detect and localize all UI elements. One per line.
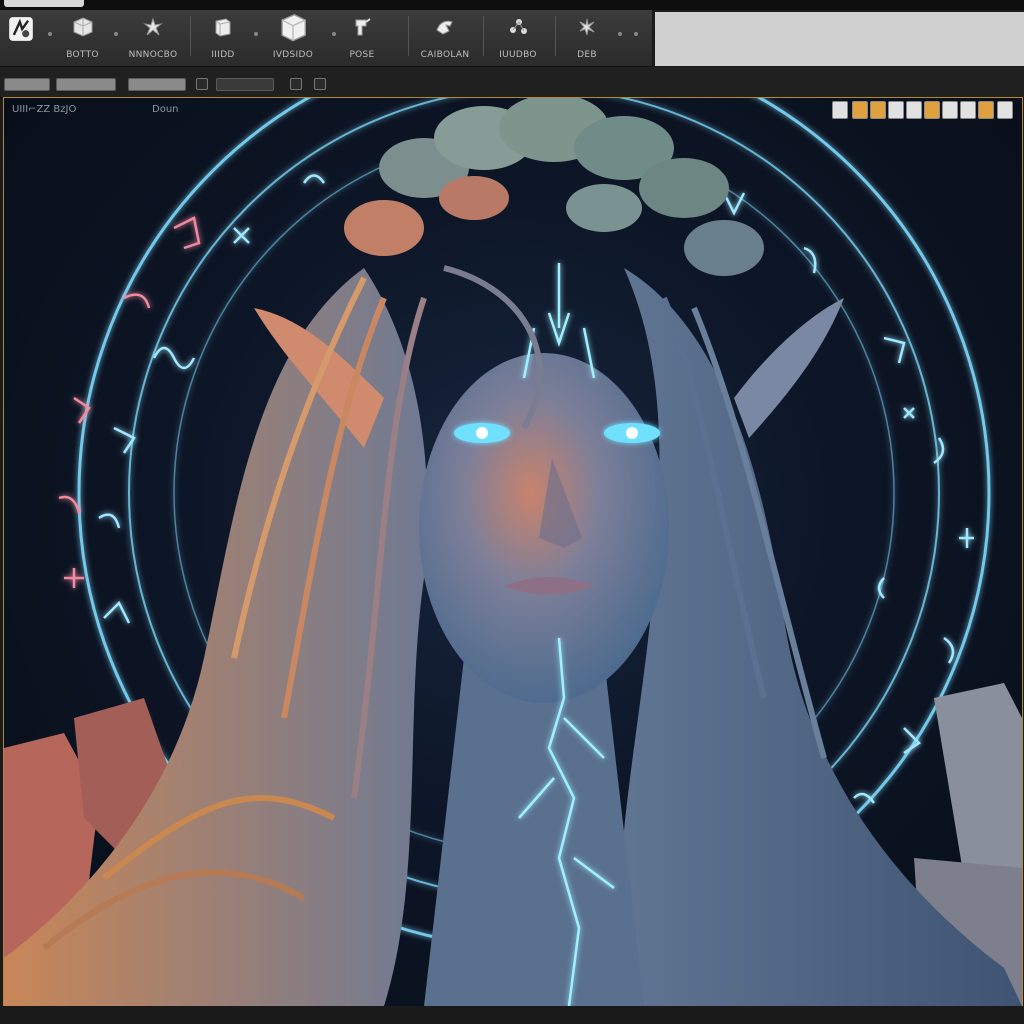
ribbon-separator	[190, 16, 191, 56]
tool-caibolan[interactable]: CAIBOLAN	[414, 10, 476, 66]
ribbon-dot	[48, 32, 52, 36]
tool-ivdsido[interactable]: IVDSIDO	[258, 10, 328, 66]
box-icon	[281, 13, 306, 42]
toolbar-button[interactable]	[128, 78, 186, 91]
tool-label: POSE	[349, 50, 375, 60]
toolbar-button[interactable]	[56, 78, 116, 91]
tool-label: IIIDD	[211, 50, 235, 60]
ribbon-separator	[555, 16, 556, 56]
nodes-icon	[510, 19, 527, 34]
pose-icon	[355, 18, 371, 36]
title-strip	[0, 0, 1024, 10]
toolbar-field[interactable]	[216, 78, 274, 91]
render-viewport[interactable]: UIII⌐ZZ BzJO Doun	[3, 97, 1023, 1007]
tool-label: IVDSIDO	[272, 50, 314, 60]
tool-pose[interactable]: POSE	[338, 10, 386, 66]
hand-icon	[436, 20, 453, 35]
toolbar-toggle[interactable]	[314, 78, 326, 90]
status-strip	[0, 1006, 1024, 1024]
tool-iuudbo[interactable]: IUUDBO	[488, 10, 548, 66]
star-icon	[579, 18, 595, 36]
ribbon-dot	[634, 32, 638, 36]
ribbon-empty-panel	[655, 12, 1024, 66]
tool-iiidd[interactable]: IIIDD	[196, 10, 250, 66]
ribbon-dot	[618, 32, 622, 36]
ribbon-dot	[332, 32, 336, 36]
ribbon-separator	[408, 16, 409, 56]
cube-icon	[215, 18, 231, 37]
ribbon-dot	[114, 32, 118, 36]
app-logo-icon	[9, 17, 33, 41]
tool-deb[interactable]: DEB	[562, 10, 612, 66]
tool-label: BOTTO	[66, 50, 99, 60]
neck	[424, 658, 644, 1006]
tool-label: DEB	[577, 50, 597, 60]
ribbon-separator	[483, 16, 484, 56]
cube-icon	[73, 17, 92, 37]
toolbar-toggle[interactable]	[196, 78, 208, 90]
ear-right	[734, 298, 844, 438]
figure-icon	[143, 17, 163, 36]
tool-label: NNNOCBO	[128, 50, 178, 60]
toolbar-button[interactable]	[4, 78, 50, 91]
tool-label: IUUDBO	[499, 50, 537, 60]
toolbar-toggle[interactable]	[290, 78, 302, 90]
rendered-scene	[4, 98, 1022, 1006]
tool-label: CAIBOLAN	[420, 50, 470, 60]
tool-botto[interactable]: BOTTO	[55, 10, 110, 66]
tool-nnnocbo[interactable]: NNNOCBO	[120, 10, 186, 66]
window-tab[interactable]	[4, 0, 84, 7]
app-logo-button[interactable]	[0, 10, 42, 66]
